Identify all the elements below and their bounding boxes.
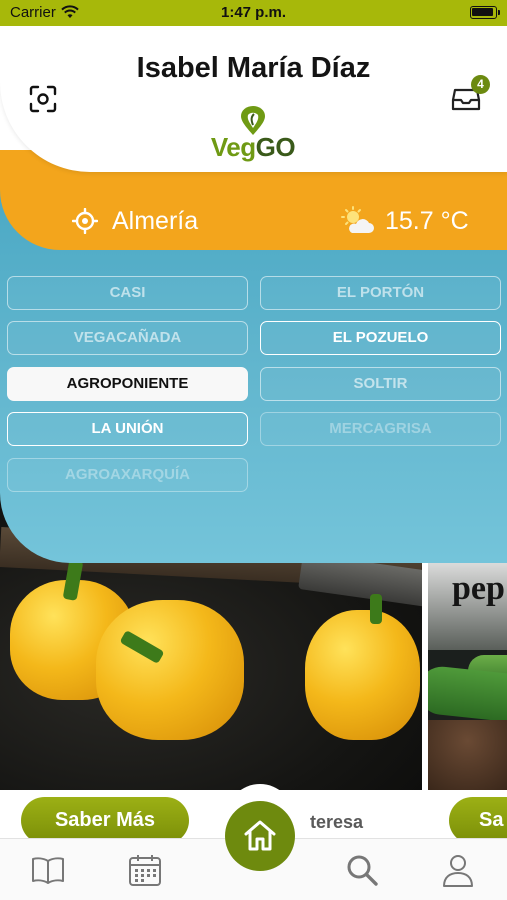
battery-icon (470, 6, 500, 19)
market-soltir[interactable]: SOLTIR (260, 367, 501, 401)
clock: 1:47 p.m. (220, 4, 287, 21)
veggo-logo: VegGO (205, 106, 301, 164)
status-bar: Carrier 1:47 p.m. (0, 0, 507, 26)
pepper (305, 610, 420, 740)
logo-go: GO (255, 132, 296, 162)
market-el-pozuelo[interactable]: EL POZUELO (260, 321, 501, 355)
scan-icon[interactable] (29, 85, 57, 113)
profile-icon[interactable] (441, 853, 475, 887)
market-mercagrisa[interactable]: MERCAGRISA (260, 412, 501, 446)
pepper (96, 600, 244, 740)
location-target-icon[interactable] (72, 208, 98, 234)
home-icon (244, 820, 276, 851)
market-el-porton[interactable]: EL PORTÓN (260, 276, 501, 310)
user-name: Isabel María Díaz (136, 52, 371, 84)
soil (428, 720, 507, 790)
inbox-badge: 4 (471, 75, 490, 94)
market-agroponiente[interactable]: AGROPONIENTE (7, 367, 248, 401)
temperature: 15.7 °C (385, 207, 469, 235)
market-la-union[interactable]: LA UNIÓN (7, 412, 248, 446)
city-name[interactable]: Almería (112, 207, 198, 236)
card-author: teresa (310, 812, 364, 832)
location-row: Almería 15.7 °C (0, 190, 507, 250)
saber-mas-button-2[interactable]: Sa (449, 797, 507, 844)
logo-veg: Veg (210, 132, 256, 162)
home-button[interactable] (225, 801, 295, 871)
pepper-stem (370, 594, 382, 624)
saber-mas-button[interactable]: Saber Más (21, 797, 189, 844)
book-icon[interactable] (31, 853, 65, 887)
market-vegacanada[interactable]: VEGACAÑADA (7, 321, 248, 355)
cucumber (428, 664, 507, 724)
market-agroaxarquia[interactable]: AGROAXARQUÍA (7, 458, 248, 492)
calendar-icon[interactable] (128, 853, 162, 887)
search-icon[interactable] (345, 853, 379, 887)
partly-cloudy-icon (341, 206, 374, 233)
card-title-fragment: pep (452, 570, 505, 607)
market-casi[interactable]: CASI (7, 276, 248, 310)
header-card: Isabel María Díaz 4 VegGO (0, 26, 507, 172)
logo-wordmark: VegGO (205, 132, 301, 163)
